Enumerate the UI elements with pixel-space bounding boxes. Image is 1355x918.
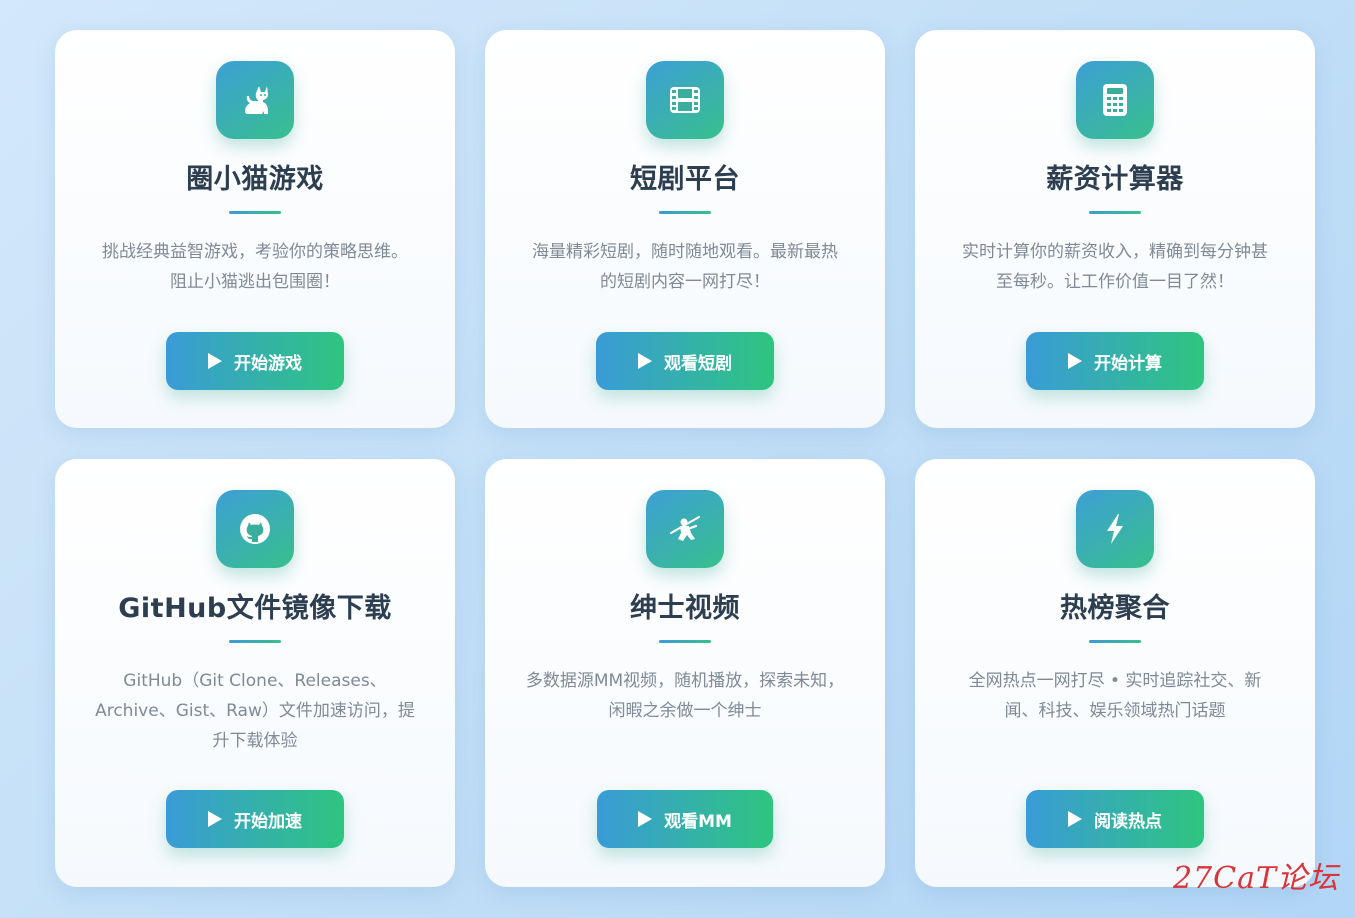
card-description: GitHub（Git Clone、Releases、Archive、Gist、R… xyxy=(95,671,415,751)
card-description: 海量精彩短剧，随时随地观看。最新最热的短剧内容一网打尽！ xyxy=(532,242,838,292)
title-divider xyxy=(1089,211,1141,214)
card-title: 薪资计算器 xyxy=(1046,164,1184,195)
title-divider xyxy=(229,211,281,214)
card-description: 全网热点一网打尽 • 实时追踪社交、新闻、科技、娱乐领域热门话题 xyxy=(968,671,1262,721)
button-label: 阅读热点 xyxy=(1094,811,1162,832)
card-title: 绅士视频 xyxy=(630,593,740,624)
watch-drama-button[interactable]: 观看短剧 xyxy=(596,332,774,390)
play-icon xyxy=(1068,811,1082,827)
cat-icon xyxy=(216,61,294,139)
watch-mm-button[interactable]: 观看MM xyxy=(597,790,773,848)
title-divider xyxy=(659,640,711,643)
card-title: 圈小猫游戏 xyxy=(186,164,324,195)
card-hot-list: 热榜聚合 全网热点一网打尽 • 实时追踪社交、新闻、科技、娱乐领域热门话题 阅读… xyxy=(915,459,1315,887)
card-title: 短剧平台 xyxy=(630,164,740,195)
forum-watermark: 27CaT论坛 xyxy=(1172,861,1339,896)
card-description: 实时计算你的薪资收入，精确到每分钟甚至每秒。让工作价值一目了然！ xyxy=(962,242,1268,292)
card-title: GitHub文件镜像下载 xyxy=(118,593,392,624)
button-label: 观看MM xyxy=(664,811,732,832)
card-cat-game: 圈小猫游戏 挑战经典益智游戏，考验你的策略思维。阻止小猫逃出包围圈！ 开始游戏 xyxy=(55,30,455,428)
card-title: 热榜聚合 xyxy=(1060,593,1170,624)
tools-grid: 圈小猫游戏 挑战经典益智游戏，考验你的策略思维。阻止小猫逃出包围圈！ 开始游戏 xyxy=(55,30,1315,887)
play-icon xyxy=(208,353,222,369)
play-icon xyxy=(1068,353,1082,369)
card-github-mirror: GitHub文件镜像下载 GitHub（Git Clone、Releases、A… xyxy=(55,459,455,887)
lightning-icon xyxy=(1076,490,1154,568)
title-divider xyxy=(1089,640,1141,643)
title-divider xyxy=(659,211,711,214)
start-game-button[interactable]: 开始游戏 xyxy=(166,332,344,390)
card-description: 挑战经典益智游戏，考验你的策略思维。阻止小猫逃出包围圈！ xyxy=(102,242,408,292)
github-icon xyxy=(216,490,294,568)
start-accelerate-button[interactable]: 开始加速 xyxy=(166,790,344,848)
button-label: 开始加速 xyxy=(234,811,302,832)
ninja-icon xyxy=(646,490,724,568)
card-description: 多数据源MM视频，随机播放，探索未知，闲暇之余做一个绅士 xyxy=(525,671,845,721)
button-label: 开始游戏 xyxy=(234,353,302,374)
calculator-icon xyxy=(1076,61,1154,139)
read-hot-button[interactable]: 阅读热点 xyxy=(1026,790,1204,848)
start-calculate-button[interactable]: 开始计算 xyxy=(1026,332,1204,390)
play-icon xyxy=(208,811,222,827)
card-gentleman-video: 绅士视频 多数据源MM视频，随机播放，探索未知，闲暇之余做一个绅士 观看MM xyxy=(485,459,885,887)
card-short-drama: 短剧平台 海量精彩短剧，随时随地观看。最新最热的短剧内容一网打尽！ 观看短剧 xyxy=(485,30,885,428)
button-label: 观看短剧 xyxy=(664,353,732,374)
film-icon xyxy=(646,61,724,139)
button-label: 开始计算 xyxy=(1094,353,1162,374)
title-divider xyxy=(229,640,281,643)
play-icon xyxy=(638,353,652,369)
card-salary-calculator: 薪资计算器 实时计算你的薪资收入，精确到每分钟甚至每秒。让工作价值一目了然！ 开… xyxy=(915,30,1315,428)
play-icon xyxy=(638,811,653,827)
